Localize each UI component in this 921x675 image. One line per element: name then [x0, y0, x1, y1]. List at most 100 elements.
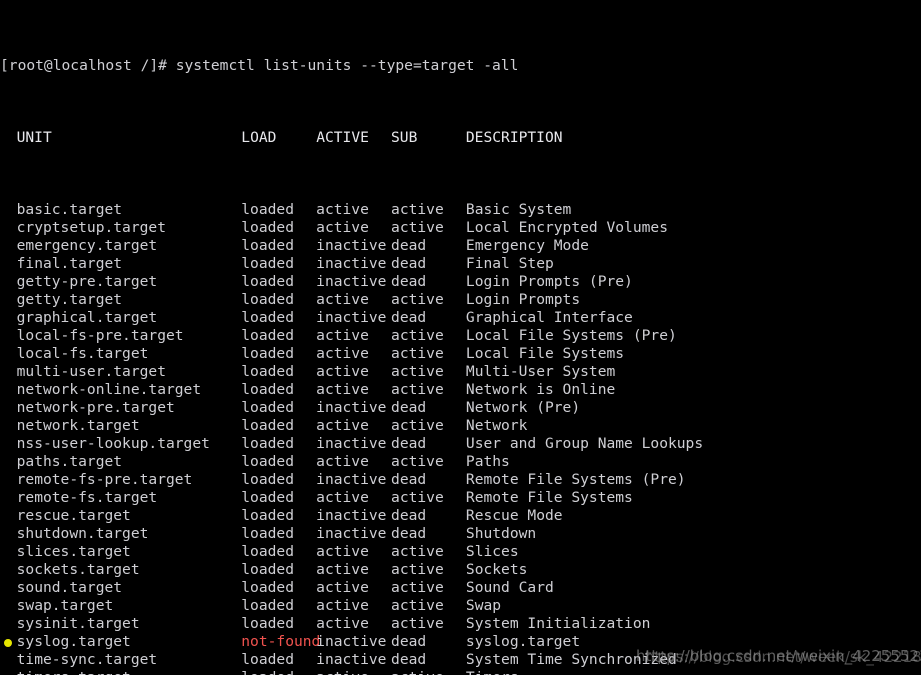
table-row[interactable]: syslog.target not-found inactive dead syslog…: [0, 633, 921, 651]
table-row[interactable]: graphical.target loaded inactive dead Graphi…: [0, 309, 921, 327]
table-row[interactable]: final.target loaded inactive dead Final Step: [0, 255, 921, 273]
cell-active: active: [316, 543, 369, 560]
table-row[interactable]: local-fs.target loaded active active Local F…: [0, 345, 921, 363]
table-row[interactable]: nss-user-lookup.target loaded inactive dead…: [0, 435, 921, 453]
cell-description: Remote File Systems: [465, 489, 633, 506]
cell-active: active: [316, 597, 369, 614]
table-row[interactable]: emergency.target loaded inactive dead Emerge…: [0, 237, 921, 255]
table-row[interactable]: multi-user.target loaded active active Multi…: [0, 363, 921, 381]
cell-active: inactive: [316, 255, 387, 272]
table-row[interactable]: paths.target loaded active active Paths: [0, 453, 921, 471]
cell-active: active: [316, 579, 369, 596]
cell-description: Slices: [465, 543, 519, 560]
cell-load: loaded: [241, 291, 294, 308]
cell-load: loaded: [241, 453, 294, 470]
cell-sub: active: [391, 327, 444, 344]
cell-sub: active: [391, 291, 444, 308]
cell-description: Local File Systems (Pre): [465, 327, 677, 344]
cell-load: loaded: [241, 669, 294, 675]
cell-load: loaded: [241, 435, 294, 452]
table-row[interactable]: sysinit.target loaded active active System I…: [0, 615, 921, 633]
cell-load: loaded: [241, 579, 294, 596]
table-row[interactable]: timers.target loaded active active Timers: [0, 669, 921, 675]
cell-active: inactive: [316, 309, 387, 326]
cell-description: Sockets: [465, 561, 528, 578]
table-row[interactable]: shutdown.target loaded inactive dead Shutdow…: [0, 525, 921, 543]
cell-sub: active: [391, 597, 444, 614]
table-row[interactable]: rescue.target loaded inactive dead Rescue Mo…: [0, 507, 921, 525]
table-row[interactable]: sockets.target loaded active active Sockets: [0, 561, 921, 579]
table-row[interactable]: time-sync.target loaded inactive dead System…: [0, 651, 921, 669]
terminal-screen[interactable]: [root@localhost /]# systemctl list-units…: [0, 0, 921, 675]
table-row[interactable]: swap.target loaded active active Swap: [0, 597, 921, 615]
table-row[interactable]: slices.target loaded active active Slices: [0, 543, 921, 561]
cell-sub: active: [391, 543, 444, 560]
cell-sub: active: [391, 579, 444, 596]
cell-load: loaded: [241, 561, 294, 578]
table-row[interactable]: getty-pre.target loaded inactive dead Login …: [0, 273, 921, 291]
cell-unit: network.target: [16, 417, 140, 434]
table-row[interactable]: getty.target loaded active active Login Prom…: [0, 291, 921, 309]
column-header-description: DESCRIPTION: [465, 129, 563, 146]
cell-unit: getty.target: [16, 291, 123, 308]
cell-sub: active: [391, 489, 444, 506]
table-row[interactable]: sound.target loaded active active Sound Card: [0, 579, 921, 597]
cell-active: active: [316, 417, 369, 434]
cell-sub: active: [391, 201, 444, 218]
table-row[interactable]: network-pre.target loaded inactive dead Netw…: [0, 399, 921, 417]
cell-description: Basic System: [465, 201, 572, 218]
table-row[interactable]: basic.target loaded active active Basic Syst…: [0, 201, 921, 219]
cell-description: System Initialization: [465, 615, 651, 632]
cell-sub: active: [391, 417, 444, 434]
cell-unit: network-online.target: [16, 381, 202, 398]
cell-active: inactive: [316, 237, 387, 254]
cell-active: inactive: [316, 471, 387, 488]
cell-description: Swap: [465, 597, 502, 614]
cell-load: loaded: [241, 345, 294, 362]
table-row[interactable]: remote-fs.target loaded active active Remote…: [0, 489, 921, 507]
cell-unit: sockets.target: [16, 561, 140, 578]
cell-sub: active: [391, 381, 444, 398]
column-header-sub: SUB: [391, 129, 418, 146]
cell-sub: active: [391, 453, 444, 470]
cell-active: active: [316, 615, 369, 632]
cell-load: loaded: [241, 525, 294, 542]
cell-description: Graphical Interface: [465, 309, 633, 326]
cell-unit: final.target: [16, 255, 123, 272]
cell-description: Local Encrypted Volumes: [465, 219, 668, 236]
cell-unit: basic.target: [16, 201, 123, 218]
cell-unit: swap.target: [16, 597, 114, 614]
cell-unit: slices.target: [16, 543, 131, 560]
cell-load: loaded: [241, 327, 294, 344]
cell-unit: local-fs-pre.target: [16, 327, 184, 344]
table-row[interactable]: remote-fs-pre.target loaded inactive dead Re…: [0, 471, 921, 489]
cell-active: active: [316, 291, 369, 308]
cell-unit: shutdown.target: [16, 525, 149, 542]
cell-load: loaded: [241, 651, 294, 668]
cell-description: Multi-User System: [465, 363, 616, 380]
cell-sub: active: [391, 219, 444, 236]
cell-active: active: [316, 669, 369, 675]
cell-active: active: [316, 489, 369, 506]
table-row[interactable]: network.target loaded active active Network: [0, 417, 921, 435]
cell-active: active: [316, 561, 369, 578]
cell-load: loaded: [241, 237, 294, 254]
cell-description: Emergency Mode: [465, 237, 589, 254]
cell-unit: graphical.target: [16, 309, 158, 326]
cell-description: Login Prompts (Pre): [465, 273, 633, 290]
column-header-load: LOAD: [241, 129, 277, 146]
cell-sub: active: [391, 561, 444, 578]
table-row[interactable]: local-fs-pre.target loaded active active Loc…: [0, 327, 921, 345]
cell-load: loaded: [241, 615, 294, 632]
cell-active: inactive: [316, 651, 387, 668]
cell-active: active: [316, 201, 369, 218]
cell-unit: getty-pre.target: [16, 273, 158, 290]
cell-active: inactive: [316, 435, 387, 452]
table-row[interactable]: cryptsetup.target loaded active active Local…: [0, 219, 921, 237]
cell-sub: dead: [391, 273, 427, 290]
cell-active: active: [316, 219, 369, 236]
cell-description: Rescue Mode: [465, 507, 563, 524]
table-row[interactable]: network-online.target loaded active active N…: [0, 381, 921, 399]
cell-unit: remote-fs.target: [16, 489, 158, 506]
cell-description: Final Step: [465, 255, 554, 272]
